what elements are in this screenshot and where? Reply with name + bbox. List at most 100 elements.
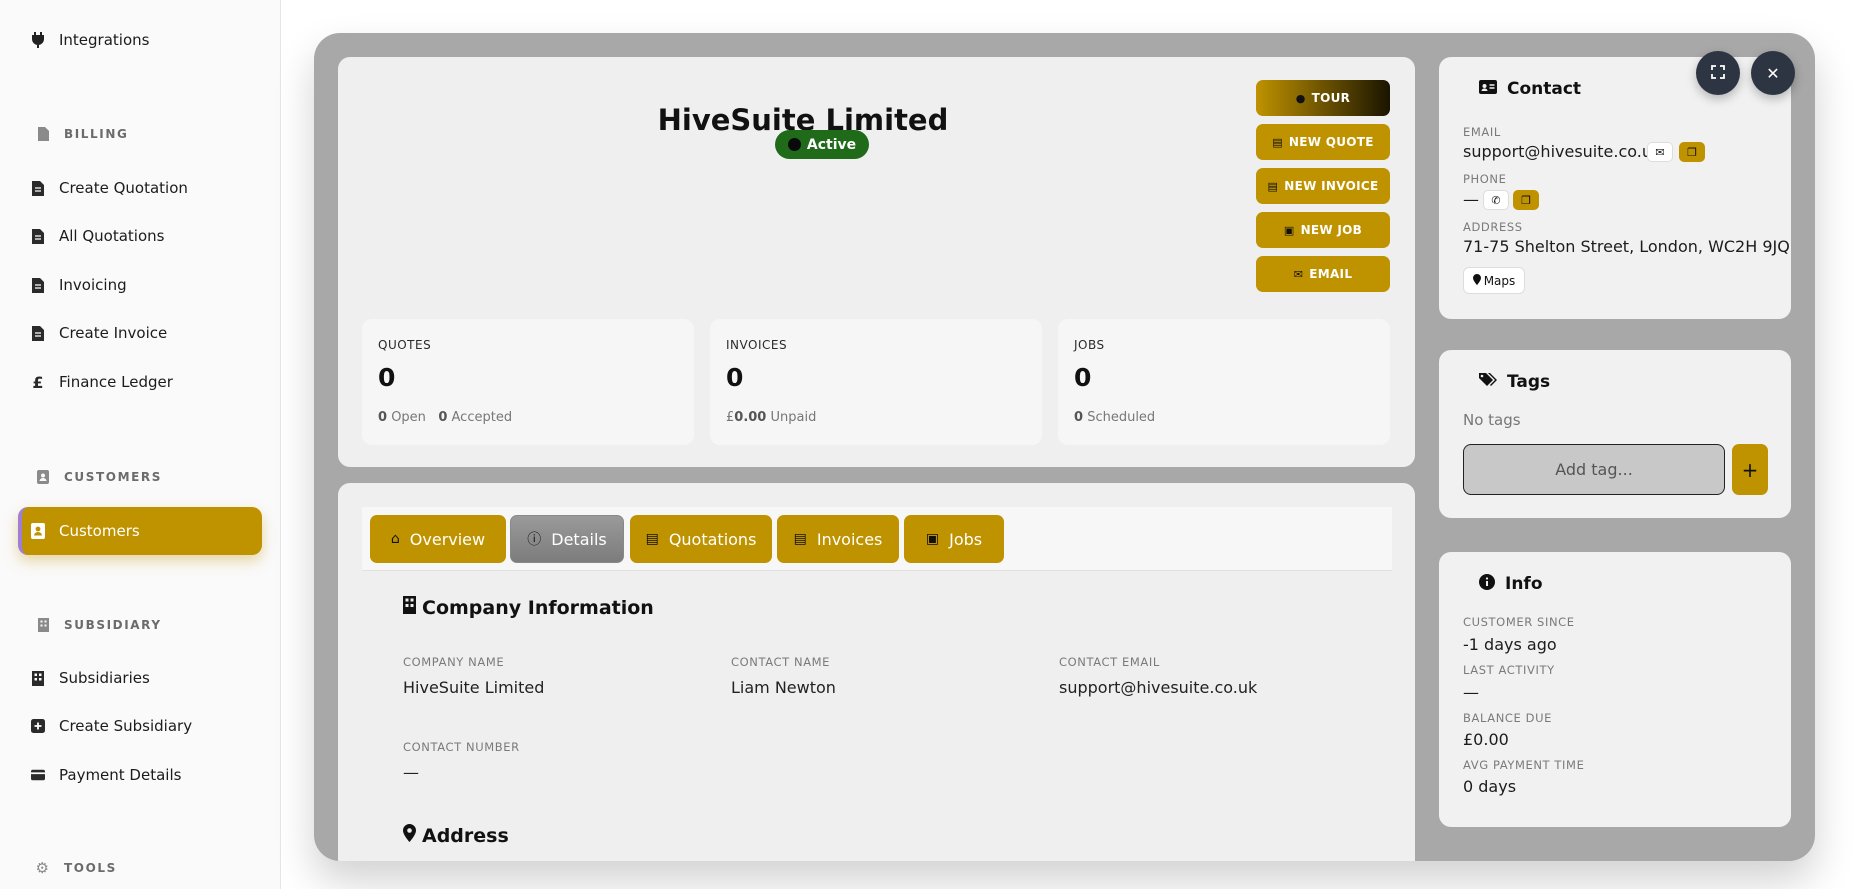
avg-payment-time-value: 0 days bbox=[1463, 777, 1517, 796]
sidebar-item-create-invoice[interactable]: Create Invoice bbox=[18, 313, 262, 353]
building-icon bbox=[403, 596, 416, 619]
add-tag-button[interactable]: + bbox=[1732, 444, 1768, 495]
customer-since-value: -1 days ago bbox=[1463, 635, 1557, 654]
sidebar-item-finance-ledger[interactable]: £ Finance Ledger bbox=[18, 362, 262, 402]
sidebar-item-create-quotation[interactable]: Create Quotation bbox=[18, 168, 262, 208]
company-information-heading: Company Information bbox=[403, 596, 654, 619]
new-quote-button[interactable]: ▤ NEW QUOTE bbox=[1256, 124, 1390, 160]
add-tag-input[interactable]: Add tag... bbox=[1463, 444, 1725, 495]
contact-email: support@hivesuite.co.uk bbox=[1463, 142, 1662, 161]
contact-card: Contact EMAIL support@hivesuite.co.uk ✉ … bbox=[1439, 57, 1791, 319]
id-card-icon bbox=[1479, 80, 1497, 98]
tab-invoices[interactable]: ▤ Invoices bbox=[777, 515, 899, 563]
envelope-icon: ✉ bbox=[1293, 267, 1304, 281]
customer-details-card: ⌂ Overview ⓘ Details ▤ Quotations ▤ Invoices… bbox=[338, 483, 1415, 861]
tab-details[interactable]: ⓘ Details bbox=[510, 515, 624, 563]
file-invoice-icon bbox=[31, 180, 45, 196]
company-name-value: HiveSuite Limited bbox=[403, 678, 545, 697]
send-email-button[interactable]: ✉ bbox=[1647, 142, 1673, 162]
sidebar-item-customers[interactable]: Customers bbox=[18, 507, 262, 555]
file-icon: ▤ bbox=[645, 531, 659, 547]
copy-icon: ❐ bbox=[1521, 193, 1531, 207]
compass-icon: ● bbox=[1295, 91, 1306, 105]
expand-button[interactable] bbox=[1696, 51, 1740, 95]
map-marker-icon bbox=[1472, 273, 1481, 288]
credit-card-icon bbox=[31, 767, 45, 783]
status-dot-icon bbox=[787, 138, 801, 151]
new-invoice-button[interactable]: ▤ NEW INVOICE bbox=[1256, 168, 1390, 204]
sidebar-item-payment-details[interactable]: Payment Details bbox=[18, 755, 262, 795]
customer-modal: HiveSuite Limited Active ● TOUR ▤ NEW QUOT… bbox=[314, 33, 1815, 861]
pound-sign-icon: £ bbox=[32, 372, 44, 392]
status-badge: Active bbox=[775, 130, 869, 159]
new-job-button[interactable]: ▣ NEW JOB bbox=[1256, 212, 1390, 248]
sidebar-item-subsidiaries[interactable]: Subsidiaries bbox=[18, 658, 262, 698]
contact-number-value: — bbox=[403, 763, 419, 782]
file-lines-icon bbox=[31, 325, 45, 341]
address-book-icon bbox=[36, 470, 50, 484]
tags-icon bbox=[1479, 373, 1497, 391]
sidebar-item-invoicing[interactable]: Invoicing bbox=[18, 265, 262, 305]
briefcase-icon: ▣ bbox=[1283, 223, 1295, 237]
receipt-icon: ▤ bbox=[793, 531, 807, 547]
address-book-icon bbox=[31, 523, 45, 539]
invoices-stat-card[interactable]: INVOICES 0 £0.00 Unpaid bbox=[710, 319, 1042, 445]
contact-address: 71-75 Shelton Street, London, WC2H 9JQ bbox=[1463, 237, 1790, 256]
email-button[interactable]: ✉ EMAIL bbox=[1256, 256, 1390, 292]
quotes-stat-card[interactable]: QUOTES 0 0 Open 0 Accepted bbox=[362, 319, 694, 445]
contact-email-value: support@hivesuite.co.uk bbox=[1059, 678, 1258, 697]
section-heading-billing: BILLING bbox=[36, 127, 128, 141]
contact-phone: — bbox=[1463, 190, 1479, 209]
tour-button[interactable]: ● TOUR bbox=[1256, 80, 1390, 116]
close-button[interactable]: ✕ bbox=[1751, 51, 1795, 95]
section-heading-tools: ⚙ TOOLS bbox=[35, 859, 117, 877]
copy-icon: ❐ bbox=[1687, 145, 1697, 159]
no-tags-text: No tags bbox=[1463, 411, 1521, 429]
section-heading-customers: CUSTOMERS bbox=[36, 470, 162, 484]
contact-heading: Contact bbox=[1479, 79, 1581, 99]
quotes-count: 0 bbox=[378, 363, 396, 392]
gear-icon: ⚙ bbox=[35, 859, 51, 877]
building-icon bbox=[36, 618, 50, 632]
home-icon: ⌂ bbox=[390, 531, 400, 547]
file-invoice-icon bbox=[36, 127, 50, 141]
file-icon: ▤ bbox=[1272, 135, 1283, 149]
sidebar: Integrations BILLING Create Quotation Al… bbox=[0, 0, 281, 889]
section-heading-subsidiary: SUBSIDIARY bbox=[36, 618, 162, 632]
sidebar-item-integrations[interactable]: Integrations bbox=[18, 20, 262, 60]
jobs-count: 0 bbox=[1074, 363, 1092, 392]
file-lines-icon bbox=[31, 277, 45, 293]
briefcase-icon: ▣ bbox=[925, 531, 940, 547]
tab-bar: ⌂ Overview ⓘ Details ▤ Quotations ▤ Invoices… bbox=[362, 507, 1392, 571]
info-circle-icon: ⓘ bbox=[527, 532, 542, 548]
address-heading: Address bbox=[403, 824, 509, 847]
jobs-stat-card[interactable]: JOBS 0 0 Scheduled bbox=[1058, 319, 1390, 445]
copy-email-button[interactable]: ❐ bbox=[1679, 142, 1705, 162]
phone-icon: ✆ bbox=[1491, 193, 1501, 207]
tags-heading: Tags bbox=[1479, 372, 1550, 392]
tags-card: Tags No tags Add tag... + bbox=[1439, 350, 1791, 518]
tab-quotations[interactable]: ▤ Quotations bbox=[630, 515, 772, 563]
info-heading: Info bbox=[1479, 574, 1543, 594]
call-phone-button[interactable]: ✆ bbox=[1483, 190, 1509, 210]
maps-button[interactable]: Maps bbox=[1463, 267, 1525, 294]
copy-phone-button[interactable]: ❐ bbox=[1513, 190, 1539, 210]
file-icon bbox=[31, 228, 45, 244]
tab-overview[interactable]: ⌂ Overview bbox=[370, 515, 506, 563]
sidebar-item-all-quotations[interactable]: All Quotations bbox=[18, 216, 262, 256]
info-circle-icon bbox=[1479, 574, 1495, 594]
expand-icon bbox=[1711, 64, 1725, 83]
sidebar-item-label: Integrations bbox=[59, 31, 150, 49]
customer-header-card: HiveSuite Limited Active ● TOUR ▤ NEW QUOT… bbox=[338, 57, 1415, 467]
envelope-icon: ✉ bbox=[1655, 145, 1665, 159]
tab-jobs[interactable]: ▣ Jobs bbox=[904, 515, 1004, 563]
info-card: Info CUSTOMER SINCE -1 days ago LAST ACT… bbox=[1439, 552, 1791, 827]
sidebar-item-create-subsidiary[interactable]: Create Subsidiary bbox=[18, 706, 262, 746]
building-icon bbox=[31, 670, 45, 686]
map-marker-icon bbox=[403, 824, 416, 847]
contact-name-value: Liam Newton bbox=[731, 678, 836, 697]
last-activity-value: — bbox=[1463, 683, 1479, 702]
plug-icon bbox=[31, 32, 45, 48]
balance-due-value: £0.00 bbox=[1463, 730, 1509, 749]
receipt-icon: ▤ bbox=[1267, 179, 1279, 193]
